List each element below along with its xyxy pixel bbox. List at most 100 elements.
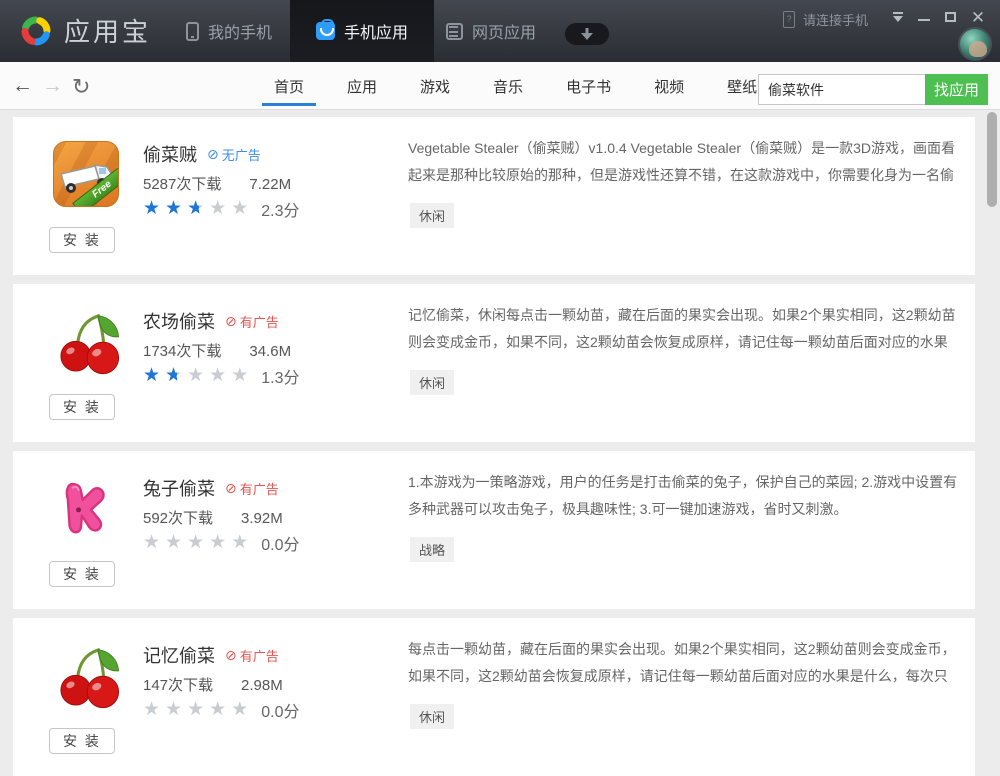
user-avatar[interactable] xyxy=(958,27,992,61)
ad-badge-label: 有广告 xyxy=(240,479,279,498)
minimize-button[interactable] xyxy=(914,8,934,26)
download-count: 147次下载 xyxy=(143,677,213,694)
download-stats: 592次下载 3.92M xyxy=(143,507,283,528)
search-input[interactable] xyxy=(758,74,925,105)
app-name[interactable]: 农场偷菜 xyxy=(143,308,215,334)
ad-badge-label: 有广告 xyxy=(240,312,279,331)
close-button[interactable]: ✕ xyxy=(968,8,988,26)
connect-phone-label: 请连接手机 xyxy=(803,10,868,29)
tab-games[interactable]: 游戏 xyxy=(418,62,452,110)
ad-badge-label: 无广告 xyxy=(222,145,261,164)
titlebar-tab-my-phone[interactable]: 我的手机 xyxy=(160,0,298,62)
tab-wallpaper[interactable]: 壁纸 xyxy=(725,62,759,110)
app-name[interactable]: 偷菜贼 xyxy=(143,141,197,167)
app-description: 1.本游戏为一策略游戏，用户的任务是打击偷菜的兔子，保护自己的菜园; 2.游戏中… xyxy=(408,469,960,523)
app-icon-cherry[interactable] xyxy=(53,642,121,710)
app-icon-cherry[interactable] xyxy=(53,308,121,376)
maximize-icon xyxy=(945,12,956,22)
install-button[interactable]: 安 装 xyxy=(49,561,115,587)
file-size: 7.22M xyxy=(249,176,291,193)
star-rating: ★★★★★★ xyxy=(143,365,253,388)
main-menu-button[interactable] xyxy=(888,8,908,26)
back-button[interactable]: ← xyxy=(12,74,33,98)
tab-music[interactable]: 音乐 xyxy=(491,62,525,110)
app-name[interactable]: 记忆偷菜 xyxy=(143,642,215,668)
app-description: 记忆偷菜，休闲每点击一颗幼苗，藏在后面的果实会出现。如果2个果实相同，这2颗幼苗… xyxy=(408,302,960,358)
close-icon: ✕ xyxy=(971,9,985,26)
file-size: 2.98M xyxy=(241,677,283,694)
star-rating: ★★★★★ xyxy=(143,532,253,555)
cherries-icon xyxy=(53,308,123,378)
download-manager-button[interactable] xyxy=(565,23,609,45)
download-count: 592次下载 xyxy=(143,510,213,527)
category-tag: 战略 xyxy=(410,537,454,562)
file-size: 3.92M xyxy=(241,510,283,527)
shield-slash-icon: ⊘ xyxy=(225,647,237,664)
download-arrow-icon xyxy=(581,28,593,41)
search-results-list: Free 安 装 偷菜贼 ⊘ 无广告 5287次下载 7.22M ★★★★★★ 2… xyxy=(0,110,1000,710)
tab-apps[interactable]: 应用 xyxy=(345,62,379,110)
download-stats: 147次下载 2.98M xyxy=(143,674,283,695)
shield-slash-icon: ⊘ xyxy=(225,313,237,330)
app-store-bag-icon xyxy=(316,22,335,40)
maximize-button[interactable] xyxy=(940,8,960,26)
connect-phone-status[interactable]: ? 请连接手机 xyxy=(783,10,868,29)
shield-slash-icon: ⊘ xyxy=(207,146,219,163)
file-size: 34.6M xyxy=(249,343,291,360)
menu-chevron-icon xyxy=(893,16,903,27)
titlebar-tab-phone-apps[interactable]: 手机应用 xyxy=(290,0,434,62)
app-logo: 应用宝 xyxy=(18,12,151,49)
download-count: 1734次下载 xyxy=(143,343,221,360)
category-tag: 休闲 xyxy=(410,370,454,395)
install-button[interactable]: 安 装 xyxy=(49,394,115,420)
app-icon-truck[interactable]: Free xyxy=(53,141,121,209)
download-stats: 5287次下载 7.22M xyxy=(143,173,291,194)
install-button[interactable]: 安 装 xyxy=(49,227,115,253)
tab-video[interactable]: 视频 xyxy=(652,62,686,110)
rating-row: ★★★★★ 0.0分 xyxy=(143,531,299,555)
category-tag: 休闲 xyxy=(410,704,454,729)
rating-score: 0.0分 xyxy=(261,531,299,555)
app-card: 安 装 记忆偷菜 ⊘ 有广告 147次下载2.98M ★★★★★ 0.0分 每点… xyxy=(13,618,975,776)
app-card: 安 装 兔子偷菜 ⊘ 有广告 592次下载 3.92M ★★★★★ 0.0分 1.… xyxy=(13,451,975,609)
refresh-button[interactable]: ↻ xyxy=(72,74,90,100)
forward-button[interactable]: → xyxy=(42,74,63,98)
app-description: Vegetable Stealer（偷菜贼）v1.0.4 Vegetable S… xyxy=(408,135,960,191)
titlebar: 应用宝 我的手机 手机应用 网页应用 ? 请连接手机 ✕ xyxy=(0,0,1000,62)
rating-row: ★★★★★★ 2.3分 xyxy=(143,197,299,221)
rating-score: 2.3分 xyxy=(261,197,299,221)
rating-score: 1.3分 xyxy=(261,364,299,388)
category-tag: 休闲 xyxy=(410,203,454,228)
titlebar-tab-web-apps[interactable]: 网页应用 xyxy=(420,0,562,62)
app-name[interactable]: 兔子偷菜 xyxy=(143,475,215,501)
titlebar-tab-label: 我的手机 xyxy=(208,19,272,43)
app-card: Free 安 装 偷菜贼 ⊘ 无广告 5287次下载 7.22M ★★★★★★ 2… xyxy=(13,117,975,275)
pinwheel-logo-icon xyxy=(18,13,54,49)
rating-score: 0.0分 xyxy=(261,698,299,722)
tab-home[interactable]: 首页 xyxy=(272,62,306,110)
app-title: 应用宝 xyxy=(64,12,151,49)
install-button[interactable]: 安 装 xyxy=(49,728,115,754)
ad-badge-label: 有广告 xyxy=(240,646,279,665)
phone-question-icon: ? xyxy=(783,11,795,28)
minimize-icon xyxy=(918,19,930,21)
cherries-icon xyxy=(53,642,123,712)
app-card: 安 装 农场偷菜 ⊘ 有广告 1734次下载34.6M ★★★★★★ 1.3分 … xyxy=(13,284,975,442)
app-description: 每点击一颗幼苗，藏在后面的果实会出现。如果2个果实相同，这2颗幼苗则会变成金币，… xyxy=(408,636,960,692)
ad-badge: ⊘ 有广告 xyxy=(225,646,279,665)
web-page-icon xyxy=(446,23,463,40)
pink-bunny-icon xyxy=(53,475,119,543)
ad-badge: ⊘ 有广告 xyxy=(225,312,279,331)
find-app-button[interactable]: 找应用 xyxy=(925,74,988,105)
ad-badge: ⊘ 有广告 xyxy=(225,479,279,498)
app-icon-bunny[interactable] xyxy=(53,475,121,543)
titlebar-tab-label: 手机应用 xyxy=(344,19,408,43)
download-count: 5287次下载 xyxy=(143,176,221,193)
star-rating: ★★★★★★ xyxy=(143,198,253,221)
shield-slash-icon: ⊘ xyxy=(225,480,237,497)
category-tabs: 首页 应用 游戏 音乐 电子书 视频 壁纸 xyxy=(272,62,759,110)
scrollbar-thumb[interactable] xyxy=(987,112,997,207)
titlebar-tab-label: 网页应用 xyxy=(472,19,536,43)
rating-row: ★★★★★★ 1.3分 xyxy=(143,364,299,388)
tab-ebooks[interactable]: 电子书 xyxy=(564,62,613,110)
